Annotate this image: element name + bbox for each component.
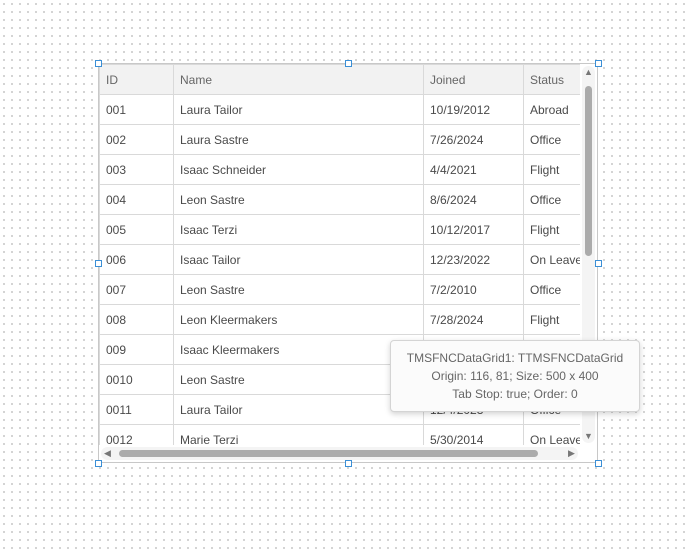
cell-status[interactable]: Flight [524,305,581,335]
cell-name[interactable]: Isaac Terzi [174,215,424,245]
scroll-right-icon[interactable]: ▶ [565,447,578,460]
cell-id[interactable]: 008 [100,305,174,335]
resize-handle-mid-right[interactable] [595,260,602,267]
cell-joined[interactable]: 10/12/2017 [424,215,524,245]
cell-id[interactable]: 009 [100,335,174,365]
scroll-left-icon[interactable]: ◀ [101,447,114,460]
cell-joined[interactable]: 5/30/2014 [424,425,524,446]
scroll-up-icon[interactable]: ▲ [582,66,595,79]
col-header-id[interactable]: ID [100,65,174,95]
table-row[interactable]: 007Leon Sastre7/2/2010Office [100,275,581,305]
cell-id[interactable]: 0011 [100,395,174,425]
resize-handle-top-right[interactable] [595,60,602,67]
cell-status[interactable]: Flight [524,155,581,185]
col-header-name[interactable]: Name [174,65,424,95]
cell-joined[interactable]: 7/2/2010 [424,275,524,305]
cell-id[interactable]: 0012 [100,425,174,446]
cell-id[interactable]: 002 [100,125,174,155]
cell-name[interactable]: Laura Tailor [174,95,424,125]
cell-name[interactable]: Laura Tailor [174,395,424,425]
cell-status[interactable]: On Leave [524,245,581,275]
component-tooltip: TMSFNCDataGrid1: TTMSFNCDataGrid Origin:… [390,340,640,412]
cell-id[interactable]: 005 [100,215,174,245]
cell-id[interactable]: 003 [100,155,174,185]
cell-name[interactable]: Leon Sastre [174,365,424,395]
table-row[interactable]: 001Laura Tailor10/19/2012Abroad [100,95,581,125]
cell-joined[interactable]: 7/26/2024 [424,125,524,155]
cell-name[interactable]: Leon Sastre [174,275,424,305]
cell-name[interactable]: Leon Sastre [174,185,424,215]
cell-name[interactable]: Laura Sastre [174,125,424,155]
cell-joined[interactable]: 10/19/2012 [424,95,524,125]
cell-id[interactable]: 006 [100,245,174,275]
table-row[interactable]: 005Isaac Terzi10/12/2017Flight [100,215,581,245]
table-row[interactable]: 0012Marie Terzi5/30/2014On Leave [100,425,581,446]
table-row[interactable]: 003Isaac Schneider4/4/2021Flight [100,155,581,185]
table-row[interactable]: 002Laura Sastre7/26/2024Office [100,125,581,155]
col-header-status[interactable]: Status [524,65,581,95]
resize-handle-top-mid[interactable] [345,60,352,67]
scroll-down-icon[interactable]: ▼ [582,430,595,443]
cell-joined[interactable]: 4/4/2021 [424,155,524,185]
cell-status[interactable]: Office [524,275,581,305]
cell-name[interactable]: Marie Terzi [174,425,424,446]
cell-id[interactable]: 007 [100,275,174,305]
cell-id[interactable]: 004 [100,185,174,215]
cell-status[interactable]: Office [524,185,581,215]
cell-name[interactable]: Isaac Tailor [174,245,424,275]
cell-status[interactable]: Flight [524,215,581,245]
horizontal-scroll-thumb[interactable] [119,450,538,457]
cell-id[interactable]: 001 [100,95,174,125]
col-header-joined[interactable]: Joined [424,65,524,95]
cell-id[interactable]: 0010 [100,365,174,395]
tooltip-line: Tab Stop: true; Order: 0 [401,385,629,403]
horizontal-scrollbar[interactable]: ◀ ▶ [101,447,578,460]
resize-handle-bottom-mid[interactable] [345,460,352,467]
cell-status[interactable]: Abroad [524,95,581,125]
cell-status[interactable]: Office [524,125,581,155]
cell-status[interactable]: On Leave [524,425,581,446]
cell-name[interactable]: Isaac Kleermakers [174,335,424,365]
vertical-scroll-thumb[interactable] [585,86,592,256]
table-row[interactable]: 006Isaac Tailor12/23/2022On Leave [100,245,581,275]
cell-name[interactable]: Isaac Schneider [174,155,424,185]
resize-handle-bottom-left[interactable] [95,460,102,467]
header-row: ID Name Joined Status [100,65,581,95]
tooltip-line: Origin: 116, 81; Size: 500 x 400 [401,367,629,385]
resize-handle-bottom-right[interactable] [595,460,602,467]
table-row[interactable]: 004Leon Sastre8/6/2024Office [100,185,581,215]
resize-handle-top-left[interactable] [95,60,102,67]
cell-joined[interactable]: 7/28/2024 [424,305,524,335]
cell-joined[interactable]: 8/6/2024 [424,185,524,215]
cell-name[interactable]: Leon Kleermakers [174,305,424,335]
resize-handle-mid-left[interactable] [95,260,102,267]
tooltip-line: TMSFNCDataGrid1: TTMSFNCDataGrid [401,349,629,367]
table-row[interactable]: 008Leon Kleermakers7/28/2024Flight [100,305,581,335]
cell-joined[interactable]: 12/23/2022 [424,245,524,275]
